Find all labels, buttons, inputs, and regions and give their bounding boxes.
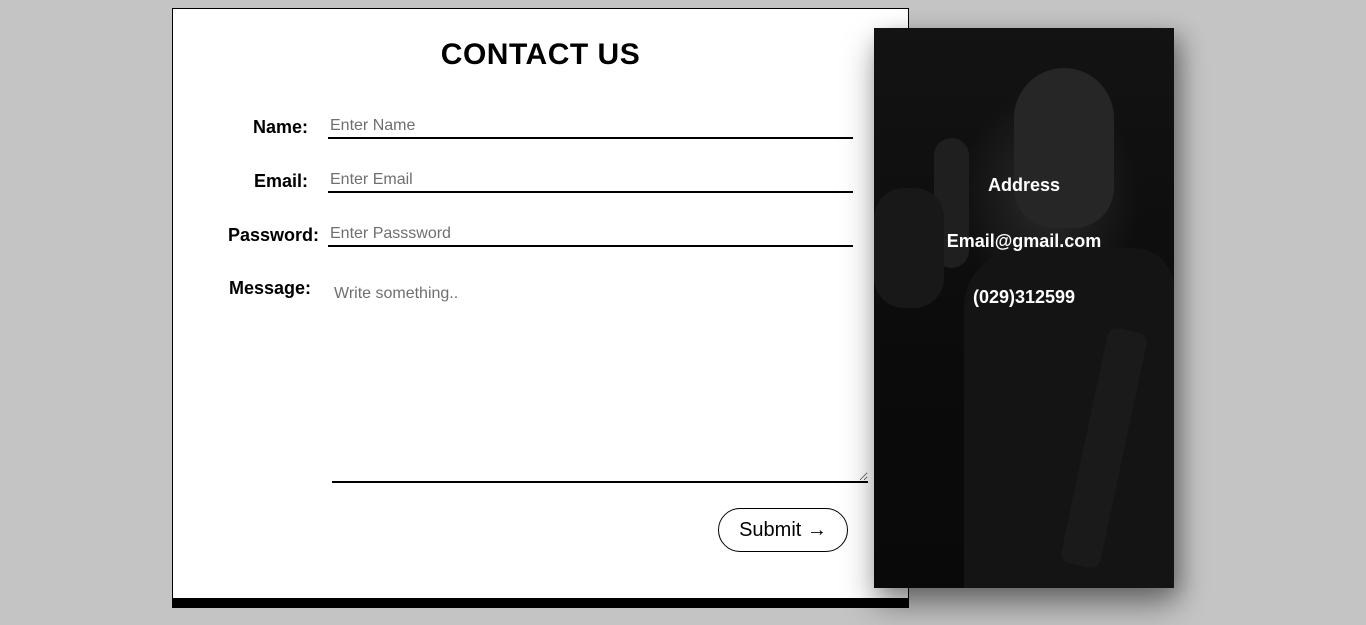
contact-form-card: CONTACT US Name: Email: Password: Messag…	[172, 8, 909, 599]
password-field[interactable]	[328, 223, 853, 247]
form-card-bottom-border	[172, 598, 909, 608]
name-field[interactable]	[328, 115, 853, 139]
email-text: Email@gmail.com	[946, 231, 1102, 251]
email-label: Email:	[254, 171, 309, 191]
message-field[interactable]	[332, 277, 868, 483]
phone-text: (029)312599	[972, 287, 1076, 307]
background-photo	[874, 28, 1174, 588]
email-field[interactable]	[328, 169, 853, 193]
message-label: Message:	[229, 278, 312, 298]
password-label: Password:	[228, 225, 320, 245]
submit-button[interactable]: Submit →	[718, 508, 848, 552]
contact-info-panel: Address Email@gmail.com (029)312599	[874, 28, 1174, 588]
address-text: Address	[987, 175, 1061, 195]
name-label: Name:	[253, 117, 309, 137]
page-title: CONTACT US	[440, 38, 641, 71]
